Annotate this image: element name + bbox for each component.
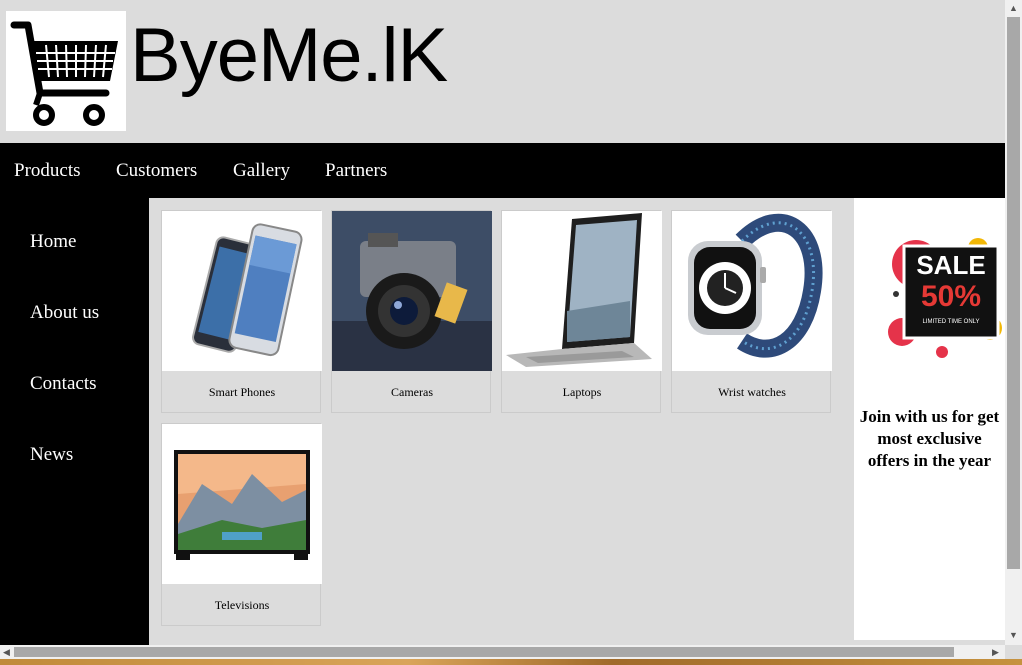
product-caption: Televisions (214, 598, 270, 612)
sale-fine-print: LIMITED TIME ONLY (922, 319, 980, 325)
product-caption: Smart Phones (208, 385, 276, 399)
shopping-cart-logo[interactable] (6, 11, 126, 131)
watch-image (672, 211, 832, 371)
taskbar-strip (0, 659, 1022, 665)
sale-banner[interactable]: SALE 50% LIMITED TIME ONLY (882, 224, 1002, 364)
brand-name: ByeMe.lK (130, 13, 448, 98)
sidebar: Home About us Contacts News (0, 198, 149, 645)
product-card-laptops[interactable]: Laptops (501, 210, 662, 413)
product-card-televisions[interactable]: Televisions (161, 423, 322, 626)
offer-text: Join with us for get most exclusive offe… (859, 407, 1000, 470)
product-card-wrist-watches[interactable]: Wrist watches (671, 210, 832, 413)
vertical-scroll-thumb[interactable] (1007, 17, 1020, 569)
promo-sidebar: SALE 50% LIMITED TIME ONLY Join with us … (854, 198, 1005, 640)
sidebar-item-about-us[interactable]: About us (30, 302, 99, 324)
product-card-smart-phones[interactable]: Smart Phones (161, 210, 322, 413)
scroll-up-icon[interactable]: ▲ (1009, 3, 1018, 13)
camera-image (332, 211, 492, 371)
scroll-left-icon[interactable]: ◀ (3, 647, 10, 657)
top-nav: Products Customers Gallery Partners (0, 143, 1005, 198)
product-card-cameras[interactable]: Cameras (331, 210, 492, 413)
laptop-image (502, 211, 662, 371)
sidebar-item-contacts[interactable]: Contacts (30, 373, 97, 395)
horizontal-scrollbar[interactable]: ◀ ▶ (0, 645, 1005, 659)
scroll-down-icon[interactable]: ▼ (1009, 630, 1018, 640)
nav-item-partners[interactable]: Partners (325, 160, 387, 182)
vertical-scrollbar[interactable]: ▲ ▼ (1005, 0, 1022, 645)
page: ByeMe.lK Products Customers Gallery Part… (0, 0, 1005, 645)
scroll-right-icon[interactable]: ▶ (992, 647, 999, 657)
header: ByeMe.lK (0, 0, 1005, 143)
horizontal-scroll-thumb[interactable] (14, 647, 954, 657)
scrollbar-corner (1005, 645, 1022, 659)
product-grid: Smart Phones Cameras Laptops Wrist watch… (149, 198, 854, 640)
sidebar-item-home[interactable]: Home (30, 231, 76, 253)
sale-label: SALE (916, 250, 986, 280)
sale-discount: 50% (920, 280, 982, 313)
product-caption: Wrist watches (718, 385, 786, 399)
nav-item-products[interactable]: Products (14, 160, 81, 182)
nav-item-customers[interactable]: Customers (116, 160, 197, 182)
product-caption: Cameras (391, 385, 433, 399)
nav-item-gallery[interactable]: Gallery (233, 160, 290, 182)
smartphone-image (162, 211, 322, 371)
shopping-cart-icon (10, 21, 118, 126)
tv-image (162, 424, 322, 584)
product-caption: Laptops (562, 385, 602, 399)
sidebar-item-news[interactable]: News (30, 444, 73, 466)
